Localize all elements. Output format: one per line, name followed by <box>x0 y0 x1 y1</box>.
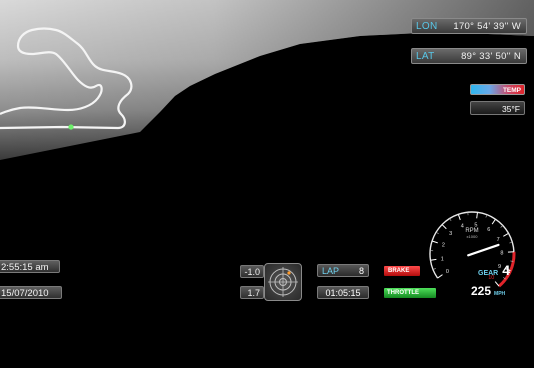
tachometer-tick <box>503 232 509 237</box>
tachometer-tick <box>441 224 447 230</box>
tachometer-tick-label: 4 <box>461 224 464 230</box>
tachometer-tick-label: 3 <box>449 231 452 237</box>
tachometer-tick-label: 1 <box>441 256 444 262</box>
gear-value: 4 <box>502 262 511 278</box>
lap-number: 8 <box>358 266 364 276</box>
tachometer-minor-tick <box>449 218 452 222</box>
tachometer-tick <box>476 212 478 219</box>
tachometer-minor-tick <box>500 225 504 228</box>
temperature-label: TEMP <box>502 87 521 94</box>
brake-indicator: BRAKE <box>384 266 420 276</box>
clock-date: 15/07/2010 <box>0 286 62 299</box>
tachometer-tick <box>430 258 437 261</box>
longitude-value: 170° 54' 39'' W <box>453 20 521 32</box>
latitude-value: 89° 33' 50'' N <box>461 50 521 62</box>
tachometer-tick <box>457 214 461 221</box>
car-position-marker <box>68 124 74 130</box>
temperature-value: 35°F <box>470 101 525 115</box>
gear-display: GEAR 4 <box>478 262 510 278</box>
longitude-label: LON <box>416 20 438 32</box>
lap-counter: LAP 8 <box>317 264 369 277</box>
temperature-bar: TEMP <box>470 84 525 95</box>
gear-label: GEAR <box>478 270 499 277</box>
tachometer-tick-label: 7 <box>497 237 500 243</box>
latitude-readout: LAT 89° 33' 50'' N <box>411 48 527 64</box>
tachometer-tick <box>491 218 496 225</box>
speed-display: 225 MPH <box>471 284 505 298</box>
telemetry-bottom-value: 1.7 <box>240 286 264 299</box>
clock-time: 2:55:15 am <box>0 260 60 273</box>
tachometer-sublabel: x1000 <box>467 234 479 239</box>
longitude-readout: LON 170° 54' 39'' W <box>411 18 527 34</box>
tachometer-tick <box>437 274 443 279</box>
track-map <box>0 27 133 130</box>
tachometer-tick-label: 2 <box>442 243 445 249</box>
tachometer-tick-label: 8 <box>500 250 503 256</box>
tachometer-tick <box>431 240 438 244</box>
telemetry-top-value: -1.0 <box>240 265 264 278</box>
tachometer-needle <box>467 243 500 257</box>
speed-value: 225 <box>471 284 492 298</box>
lap-time: 01:05:15 <box>317 286 369 299</box>
tachometer-tick-label: 0 <box>446 269 449 275</box>
speed-unit: MPH <box>494 291 506 297</box>
track-map-outline <box>0 27 133 130</box>
lap-label: LAP <box>322 266 340 276</box>
crosshair-icon <box>268 267 298 297</box>
tachometer-tick-label: 6 <box>487 227 490 233</box>
target-scope <box>264 263 302 301</box>
latitude-label: LAT <box>416 50 435 62</box>
tachometer-minor-tick <box>435 231 439 235</box>
